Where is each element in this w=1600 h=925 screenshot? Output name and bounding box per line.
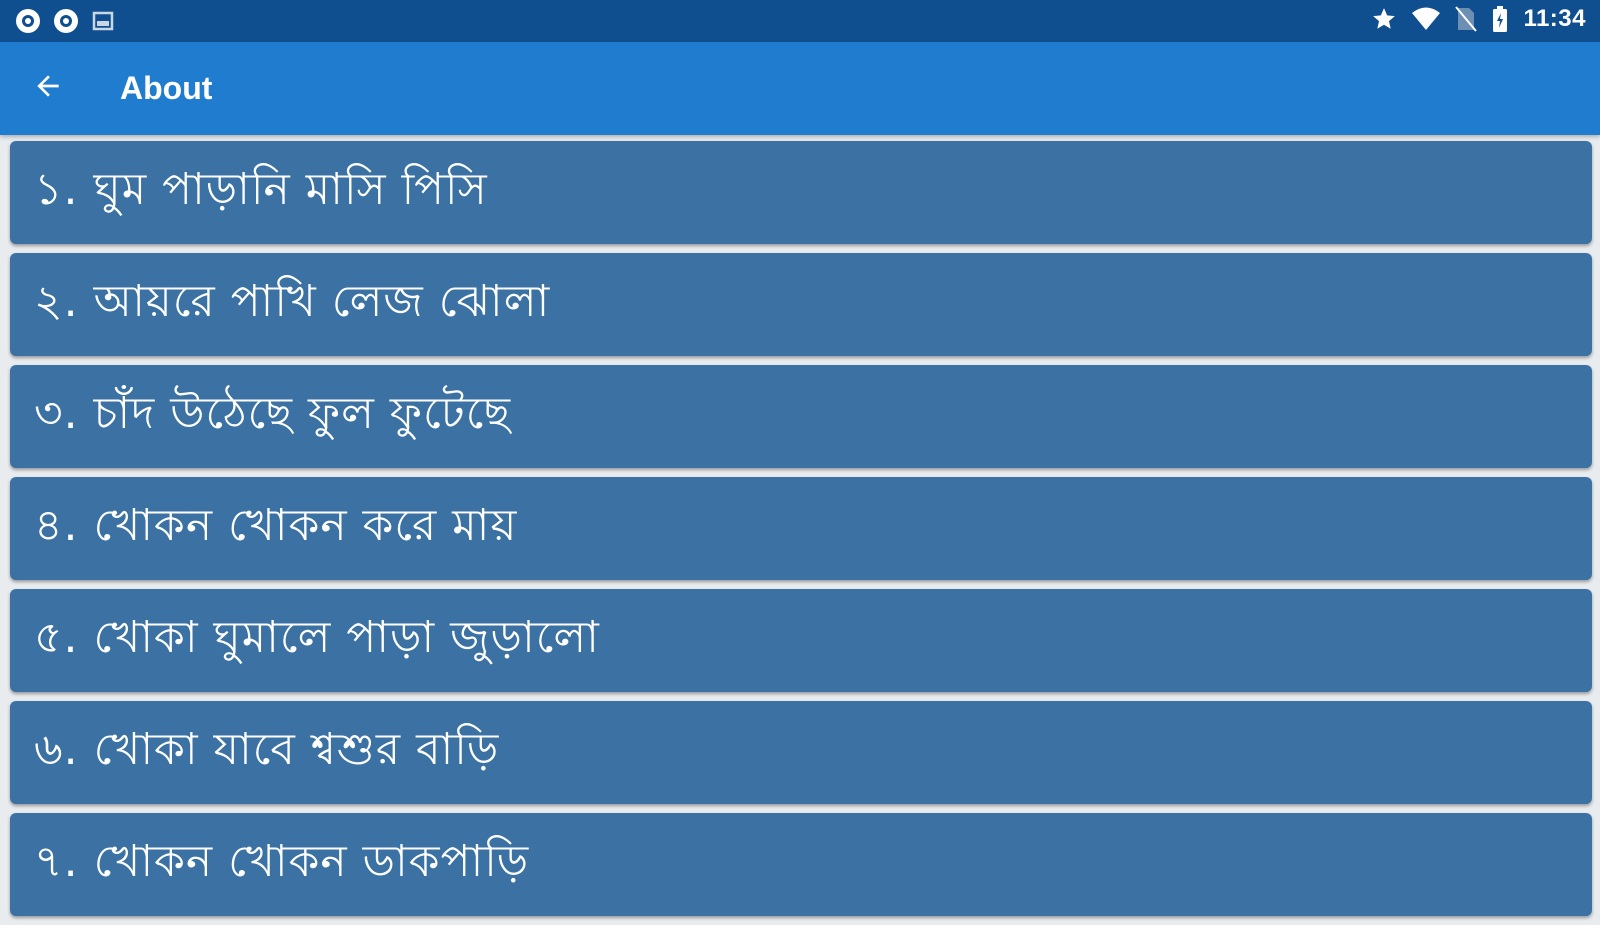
list-item-label: ৬. খোকা যাবে শ্বশুর বাড়ি <box>34 724 500 775</box>
battery-icon <box>1491 5 1509 33</box>
list-item-label: ১. ঘুম পাড়ানি মাসি পিসি <box>34 164 488 215</box>
list-item[interactable]: ৩. চাঁদ উঠেছে ফুল ফুটেছে <box>10 365 1592 468</box>
star-icon <box>1371 6 1397 32</box>
status-notifications <box>14 7 116 35</box>
back-button[interactable] <box>24 64 72 112</box>
list-item[interactable]: ২. আয়রে পাখি লেজ ঝোলা <box>10 253 1592 356</box>
cast-icon <box>52 7 80 35</box>
list-item[interactable]: ১. ঘুম পাড়ানি মাসি পিসি <box>10 141 1592 244</box>
list-item-label: ৪. খোকন খোকন করে মায় <box>34 500 518 551</box>
list-item-label: ৭. খোকন খোকন ডাকপাড়ি <box>34 836 530 887</box>
list-item[interactable]: ৬. খোকা যাবে শ্বশুর বাড়ি <box>10 701 1592 804</box>
status-bar: 11:34 <box>0 0 1600 42</box>
image-icon <box>90 8 116 34</box>
no-sim-icon <box>1455 6 1478 32</box>
list-item[interactable]: ৪. খোকন খোকন করে মায় <box>10 477 1592 580</box>
list-item[interactable]: ৭. খোকন খোকন ডাকপাড়ি <box>10 813 1592 916</box>
list-item-label: ২. আয়রে পাখি লেজ ঝোলা <box>34 276 551 327</box>
list-item-label: ৩. চাঁদ উঠেছে ফুল ফুটেছে <box>34 388 512 439</box>
page-title: About <box>120 70 213 106</box>
list-item-label: ৫. খোকা ঘুমালে পাড়া জুড়ালো <box>34 612 600 663</box>
list-item[interactable]: ৫. খোকা ঘুমালে পাড়া জুড়ালো <box>10 589 1592 692</box>
wifi-icon <box>1411 6 1441 32</box>
status-system: 11:34 <box>1371 5 1586 33</box>
cast-icon <box>14 7 42 35</box>
rhyme-list: ১. ঘুম পাড়ানি মাসি পিসি ২. আয়রে পাখি ল… <box>10 141 1592 925</box>
status-time: 11:34 <box>1523 5 1586 32</box>
app-bar: About <box>0 42 1600 135</box>
arrow-back-icon <box>32 70 64 106</box>
